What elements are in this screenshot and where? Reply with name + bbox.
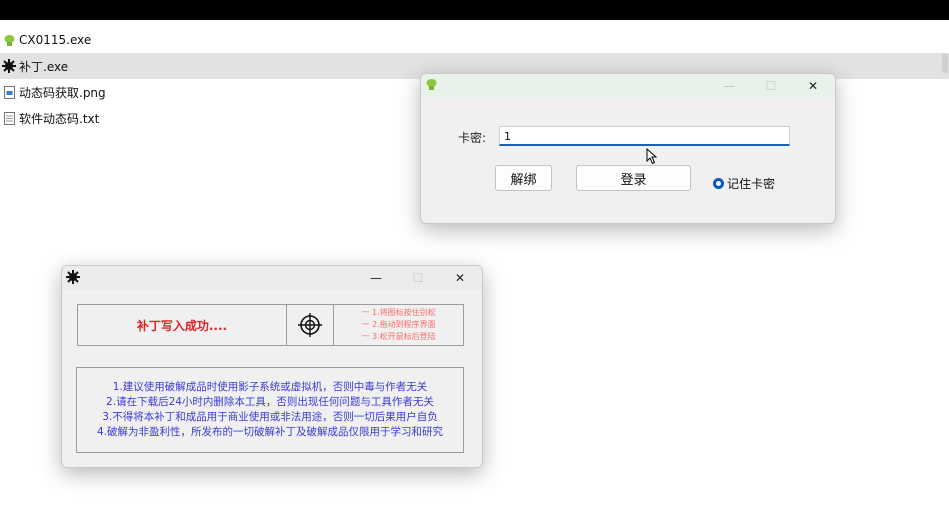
app-green-icon	[425, 78, 438, 94]
radio-dot-icon	[713, 178, 724, 189]
gear-app-icon	[66, 270, 80, 287]
patch-titlebar[interactable]: — ☐ ✕	[62, 266, 482, 290]
file-name: 动态码获取.png	[19, 85, 106, 100]
mouse-cursor-icon	[646, 148, 658, 165]
success-message: 补丁写入成功....	[136, 318, 228, 333]
instruction-steps: 一 1.将图标按住别松 一 2.拖动到程序界面 一 3.松开鼠标后登陆	[334, 305, 463, 345]
step-text: 一 1.将图标按住别松	[361, 308, 436, 317]
maximize-button[interactable]: ☐	[749, 74, 793, 98]
scrollbar-thumb[interactable]	[942, 53, 948, 73]
note-line: 2.请在下载后24小时内删除本工具，否则出现任何问题与工具作者无关	[106, 396, 434, 408]
gear-app-icon	[2, 59, 16, 73]
image-file-icon	[2, 85, 16, 99]
close-button[interactable]: ✕	[791, 74, 835, 98]
file-name: 软件动态码.txt	[19, 111, 100, 126]
crosshair-icon	[298, 313, 322, 337]
minimize-button[interactable]: —	[707, 74, 751, 98]
unbind-button[interactable]: 解绑	[495, 165, 552, 191]
note-line: 4.破解为非盈利性，所发布的一切破解补丁及破解成品仅限用于学习和研究	[96, 426, 444, 438]
card-input[interactable]: 1	[499, 126, 790, 146]
drag-target-handle[interactable]	[287, 305, 333, 345]
file-name: 补丁.exe	[19, 59, 69, 74]
top-black-bar	[0, 0, 949, 20]
text-file-icon	[2, 111, 16, 125]
remember-label: 记住卡密	[727, 177, 776, 191]
file-name: CX0115.exe	[19, 33, 92, 47]
file-row-cx0115[interactable]: CX0115.exe	[0, 27, 949, 53]
status-panel: 补丁写入成功.... 一 1.将图标按住别松 一 2.拖动到程序界面 一 3.松…	[77, 304, 464, 346]
minimize-button[interactable]: —	[354, 266, 398, 290]
remember-radio[interactable]: 记住卡密	[713, 175, 775, 192]
patch-window: — ☐ ✕ 补丁写入成功.... 一 1.将图标按住别松 一 2.拖动到程序界面…	[61, 265, 483, 468]
maximize-button[interactable]: ☐	[396, 266, 440, 290]
step-text: 一 2.拖动到程序界面	[361, 320, 436, 329]
card-label: 卡密:	[458, 131, 487, 145]
close-button[interactable]: ✕	[438, 266, 482, 290]
login-titlebar[interactable]: — ☐ ✕	[421, 74, 835, 98]
notes-panel: 1.建议使用破解成品时使用影子系统或虚拟机，否则中毒与作者无关 2.请在下载后2…	[76, 367, 464, 453]
step-text: 一 3.松开鼠标后登陆	[361, 332, 436, 341]
login-button[interactable]: 登录	[576, 165, 691, 191]
app-green-icon	[2, 33, 16, 47]
note-line: 3.不得将本补丁和成品用于商业使用或非法用途，否则一切后果用户自负	[102, 411, 438, 423]
note-line: 1.建议使用破解成品时使用影子系统或虚拟机，否则中毒与作者无关	[112, 381, 428, 393]
login-window: — ☐ ✕ 卡密: 1 解绑 登录 记住卡密	[420, 73, 836, 224]
